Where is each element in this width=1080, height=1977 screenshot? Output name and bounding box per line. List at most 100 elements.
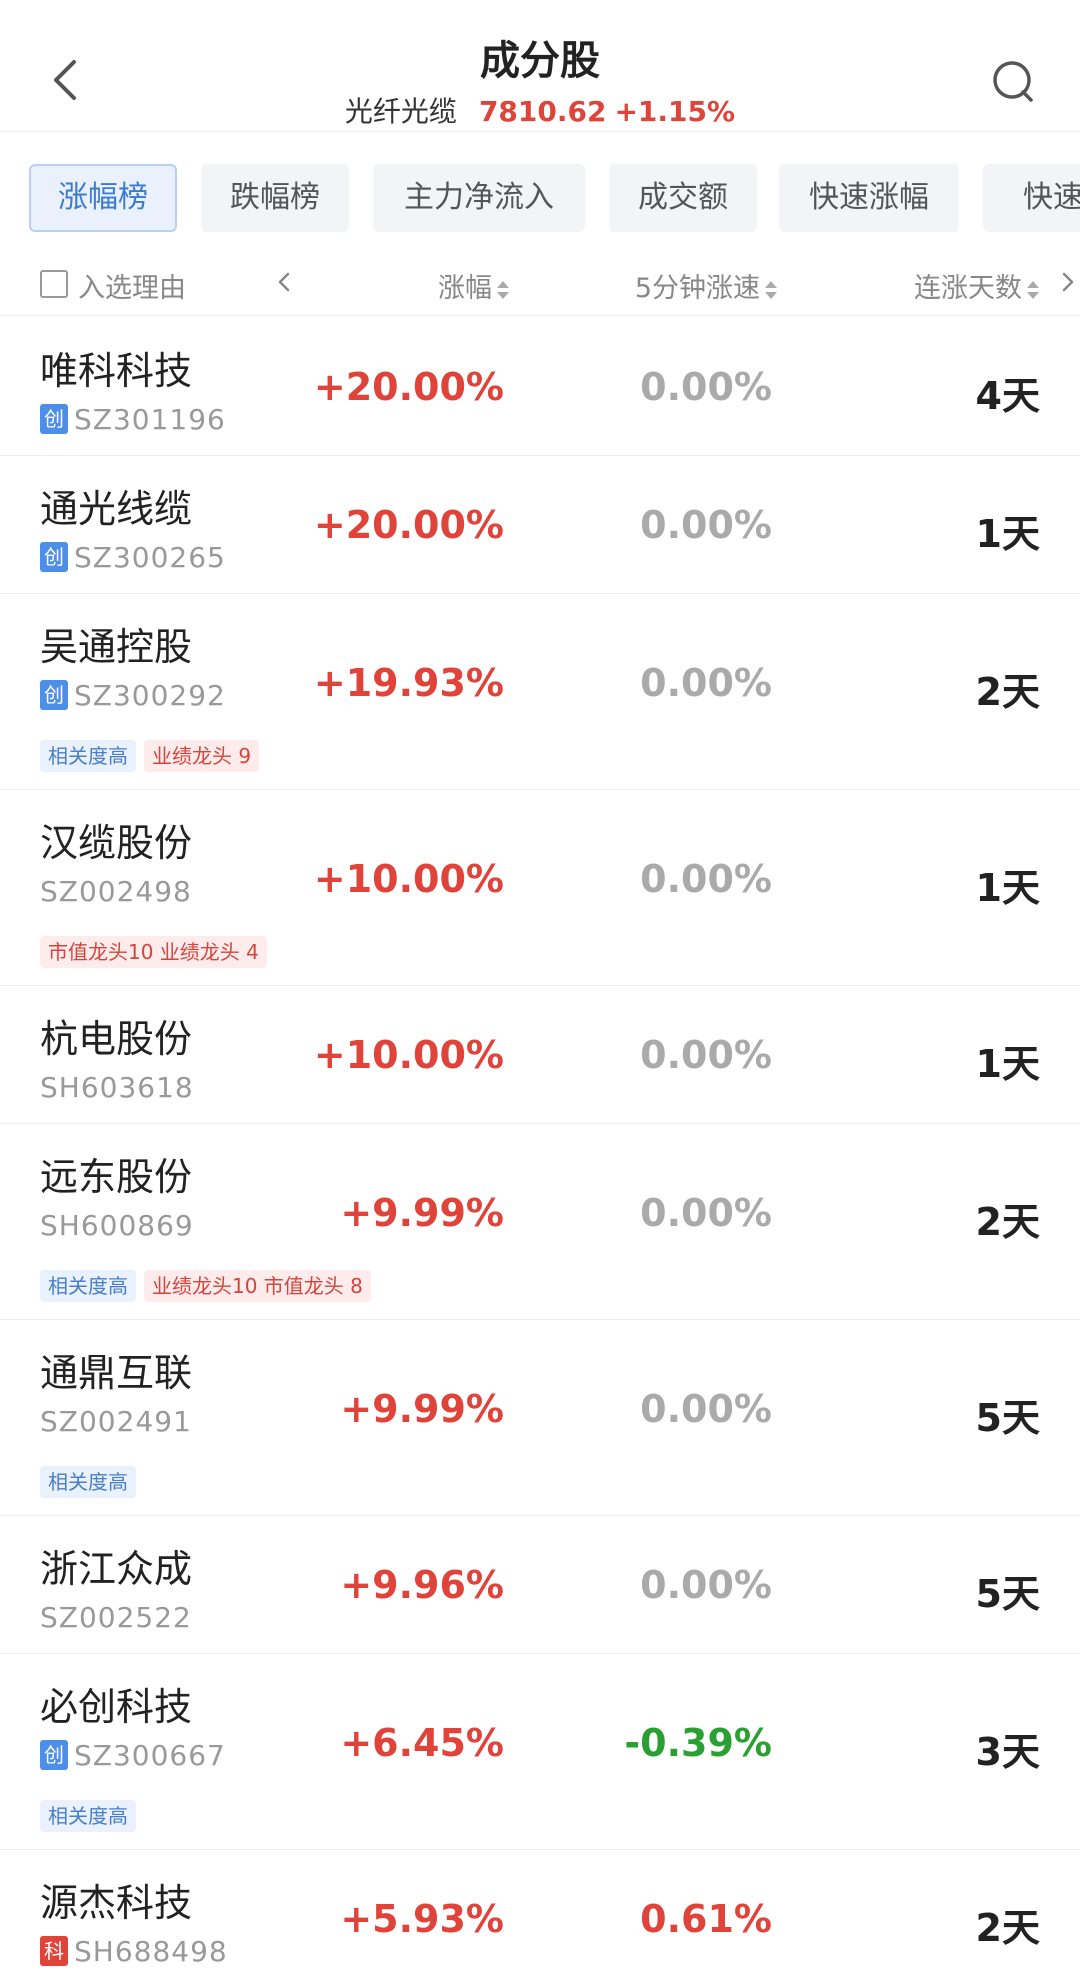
index-quote: 光纤光缆 7810.62 +1.15% [0, 90, 1080, 130]
reason-tag: 市值龙头10 业绩龙头 4 [40, 936, 267, 968]
stock-row[interactable]: 必创科技创 SZ300667 相关度高 +6.45% -0.39% 3天 [0, 1654, 1080, 1850]
stock-row[interactable]: 源杰科技科 SH688498 +5.93% 0.61% 2天 [0, 1850, 1080, 1977]
board-badge: 科 [40, 1936, 68, 1966]
stock-name: 通鼎互联 [40, 1351, 193, 1395]
stock-code-line: 创 SZ300265 [40, 540, 226, 574]
stock-code-line: SH600869 [40, 1208, 194, 1242]
stock-code: SZ002498 [40, 874, 192, 908]
stock-name: 必创科技 [40, 1685, 193, 1729]
streak-days: 1天 [975, 866, 1040, 910]
speed-value: 0.00% [640, 1033, 772, 1077]
stock-code-line: 创 SZ301196 [40, 402, 226, 436]
speed-header-label: 5分钟涨速 [634, 273, 760, 304]
reason-tag: 相关度高 [40, 1270, 136, 1302]
stock-code-line: 科 SH688498 [40, 1934, 228, 1968]
stock-code: SZ002522 [40, 1600, 192, 1634]
stock-row[interactable]: 远东股份 SH600869 相关度高 业绩龙头10 市值龙头 8 +9.99% 0.00%… [0, 1124, 1080, 1320]
stock-row[interactable]: 汉缆股份 SZ002498 市值龙头10 业绩龙头 4 +10.00% 0.00% 1天 [0, 790, 1080, 986]
sort-updown-icon [1026, 279, 1040, 301]
stock-code: SZ300265 [74, 540, 226, 574]
board-badge: 创 [40, 542, 68, 572]
speed-value: 0.00% [640, 857, 772, 901]
stock-name: 通光线缆 [40, 487, 193, 531]
speed-value: 0.00% [640, 661, 772, 705]
tab-main-inflow[interactable]: 主力净流入 [373, 164, 585, 232]
streak-days: 1天 [975, 512, 1040, 556]
stock-code: SH600869 [40, 1208, 194, 1242]
stock-name: 杭电股份 [40, 1017, 193, 1061]
change-header-label: 涨幅 [438, 273, 492, 304]
stock-code-line: 创 SZ300667 [40, 1738, 226, 1772]
speed-value: 0.00% [640, 1191, 772, 1235]
page-title: 成分股 [480, 38, 600, 84]
stock-row[interactable]: 唯科科技创 SZ301196 +20.00% 0.00% 4天 [0, 318, 1080, 456]
speed-value: 0.00% [640, 1387, 772, 1431]
tab-gainers[interactable]: 涨幅榜 [29, 164, 177, 232]
board-badge: 创 [40, 404, 68, 434]
tab-bar: 涨幅榜 跌幅榜 主力净流入 成交额 快速涨幅 快速 [0, 164, 1080, 234]
next-column-button[interactable] [1056, 262, 1080, 302]
index-name: 光纤光缆 [344, 95, 457, 128]
chevron-right-icon [1062, 272, 1074, 292]
streak-days: 5天 [975, 1572, 1040, 1616]
stock-code: SZ301196 [74, 402, 226, 436]
streak-days: 5天 [975, 1396, 1040, 1440]
reason-tag: 业绩龙头10 市值龙头 8 [144, 1270, 371, 1302]
streak-days: 4天 [975, 374, 1040, 418]
speed-value: -0.39% [624, 1721, 772, 1765]
sort-days-header[interactable]: 连涨天数 [914, 266, 1040, 305]
chevron-left-icon [278, 272, 290, 292]
speed-value: 0.00% [640, 503, 772, 547]
tab-losers[interactable]: 跌幅榜 [201, 164, 349, 232]
change-value: +6.45% [340, 1721, 504, 1765]
stock-code: SZ300667 [74, 1738, 226, 1772]
stock-code: SZ002491 [40, 1404, 192, 1438]
stock-tags: 市值龙头10 业绩龙头 4 [40, 936, 275, 968]
prev-column-button[interactable] [272, 262, 296, 302]
tab-fast-rise[interactable]: 快速涨幅 [779, 164, 959, 232]
stock-tags: 相关度高 [40, 1800, 144, 1832]
streak-days: 1天 [975, 1042, 1040, 1086]
stock-code-line: SZ002491 [40, 1404, 192, 1438]
stock-row[interactable]: 杭电股份 SH603618 +10.00% 0.00% 1天 [0, 986, 1080, 1124]
reason-tag: 相关度高 [40, 1800, 136, 1832]
tab-fast-more[interactable]: 快速 [983, 164, 1080, 232]
search-icon [993, 61, 1033, 102]
stock-code: SH688498 [74, 1934, 228, 1968]
app-root: 成分股 光纤光缆 7810.62 +1.15% 涨幅榜 跌幅榜 主力净流入 成交额 … [0, 0, 1080, 1977]
stock-code: SZ300292 [74, 678, 226, 712]
stock-code-line: 创 SZ300292 [40, 678, 226, 712]
reason-tag: 相关度高 [40, 1466, 136, 1498]
change-value: +9.99% [340, 1191, 504, 1235]
stock-row[interactable]: 通鼎互联 SZ002491 相关度高 +9.99% 0.00% 5天 [0, 1320, 1080, 1516]
stock-code: SH603618 [40, 1070, 194, 1104]
reason-tag: 业绩龙头 9 [144, 740, 260, 772]
stock-tags: 相关度高 业绩龙头 9 [40, 740, 267, 772]
stock-row[interactable]: 浙江众成 SZ002522 +9.96% 0.00% 5天 [0, 1516, 1080, 1654]
sort-speed-header[interactable]: 5分钟涨速 [635, 266, 778, 305]
stock-tags: 相关度高 业绩龙头10 市值龙头 8 [40, 1270, 379, 1302]
tab-turnover[interactable]: 成交额 [609, 164, 757, 232]
search-button[interactable] [986, 56, 1038, 108]
stock-row[interactable]: 通光线缆创 SZ300265 +20.00% 0.00% 1天 [0, 456, 1080, 594]
header: 成分股 光纤光缆 7810.62 +1.15% [0, 0, 1080, 132]
stock-name: 吴通控股 [40, 625, 193, 669]
reason-tag: 相关度高 [40, 740, 136, 772]
index-value: 7810.62 [478, 95, 607, 128]
stock-row[interactable]: 吴通控股创 SZ300292 相关度高 业绩龙头 9 +19.93% 0.00% 2天 [0, 594, 1080, 790]
change-value: +20.00% [313, 365, 504, 409]
index-change: +1.15% [614, 95, 736, 128]
stock-code-line: SZ002522 [40, 1600, 192, 1634]
stock-name: 唯科科技 [40, 349, 193, 393]
streak-days: 2天 [975, 670, 1040, 714]
stock-name: 源杰科技 [40, 1881, 193, 1925]
sort-updown-icon [764, 279, 778, 301]
stock-code-line: SZ002498 [40, 874, 192, 908]
change-value: +20.00% [313, 503, 504, 547]
change-value: +9.99% [340, 1387, 504, 1431]
speed-value: 0.00% [640, 365, 772, 409]
speed-value: 0.61% [640, 1897, 772, 1941]
sort-change-header[interactable]: 涨幅 [438, 266, 510, 305]
change-value: +10.00% [313, 1033, 504, 1077]
reason-checkbox[interactable] [40, 270, 68, 298]
